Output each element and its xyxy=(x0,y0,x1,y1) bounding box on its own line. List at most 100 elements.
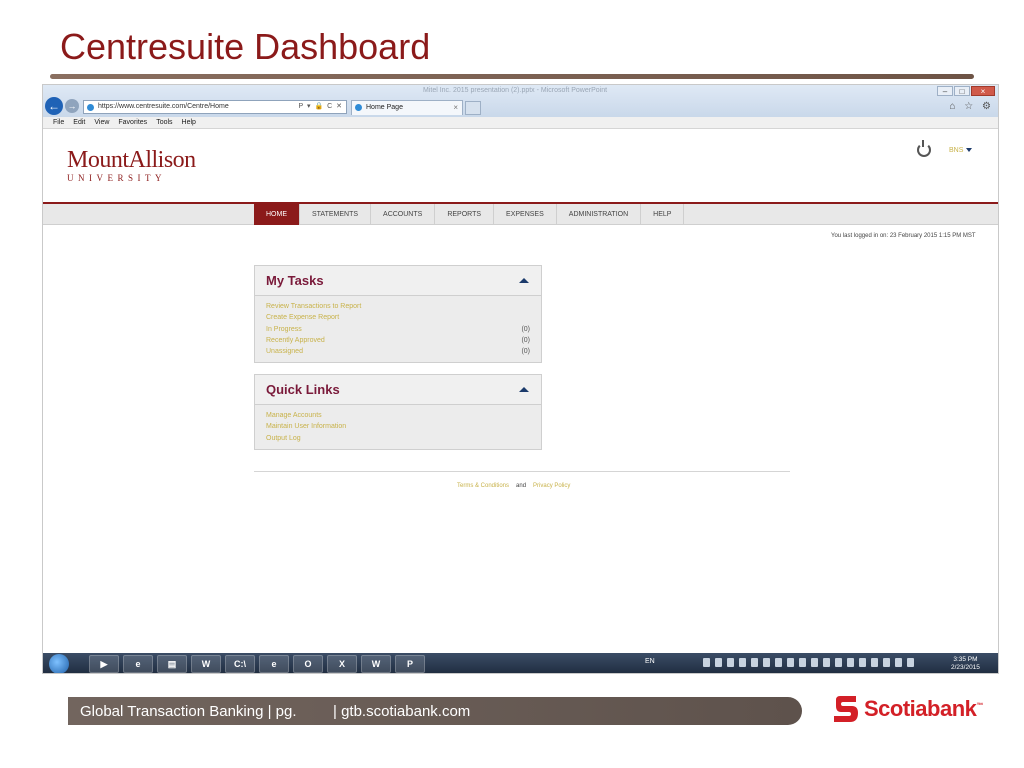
excel-icon[interactable]: X xyxy=(327,655,357,673)
window-title: Mitel Inc. 2015 presentation (2).pptx - … xyxy=(423,87,608,94)
logo-wordmark: MountAllison xyxy=(67,147,196,173)
task-link[interactable]: Recently Approved xyxy=(266,337,325,344)
address-url: https://www.centresuite.com/Centre/Home xyxy=(98,103,229,110)
browser-menubar: File Edit View Favorites Tools Help xyxy=(43,117,998,129)
tray-icon[interactable] xyxy=(799,658,806,667)
logo-subtitle: UNIVERSITY xyxy=(67,173,166,183)
powerpoint-icon[interactable]: P xyxy=(395,655,425,673)
tray-icon[interactable] xyxy=(739,658,746,667)
tray-icon[interactable] xyxy=(763,658,770,667)
quick-links-header[interactable]: Quick Links xyxy=(255,375,541,405)
tray-icon[interactable] xyxy=(907,658,914,667)
language-indicator[interactable]: EN xyxy=(645,658,655,665)
task-link[interactable]: In Progress xyxy=(266,326,302,333)
task-row: Unassigned (0) xyxy=(266,346,530,357)
tray-icon[interactable] xyxy=(859,658,866,667)
tray-icon[interactable] xyxy=(715,658,722,667)
new-tab-button[interactable] xyxy=(465,101,481,115)
collapse-caret-icon[interactable] xyxy=(519,278,529,283)
tab-label: Home Page xyxy=(366,104,403,111)
minimize-button[interactable]: – xyxy=(937,86,953,96)
terms-link[interactable]: Terms & Conditions xyxy=(457,483,509,489)
mount-allison-logo[interactable]: MountAllison UNIVERSITY xyxy=(67,147,196,183)
menu-edit[interactable]: Edit xyxy=(73,117,85,128)
tray-icon[interactable] xyxy=(835,658,842,667)
nav-administration[interactable]: ADMINISTRATION xyxy=(557,204,642,225)
nav-statements[interactable]: STATEMENTS xyxy=(300,204,372,225)
start-button[interactable] xyxy=(49,654,69,673)
forward-arrow-icon[interactable]: → xyxy=(65,99,79,113)
tray-icon[interactable] xyxy=(703,658,710,667)
quick-link-row: Output Log xyxy=(266,433,530,444)
internet-explorer-icon[interactable]: e xyxy=(123,655,153,673)
footer-left-text: Global Transaction Banking | pg. xyxy=(80,703,297,720)
page-footer-divider xyxy=(254,471,790,472)
menu-file[interactable]: File xyxy=(53,117,64,128)
quick-link[interactable]: Manage Accounts xyxy=(266,412,322,419)
task-link[interactable]: Unassigned xyxy=(266,348,303,355)
nav-help[interactable]: HELP xyxy=(641,204,685,225)
menu-favorites[interactable]: Favorites xyxy=(118,117,147,128)
word-icon[interactable]: W xyxy=(361,655,391,673)
tray-icon[interactable] xyxy=(871,658,878,667)
slide-title: Centresuite Dashboard xyxy=(60,26,431,67)
address-bar-icons[interactable]: P ▾ 🔒 C ✕ xyxy=(299,101,343,113)
outlook-icon[interactable]: O xyxy=(293,655,323,673)
quick-link[interactable]: Maintain User Information xyxy=(266,423,346,430)
user-name: BNS xyxy=(949,147,964,154)
task-link[interactable]: Review Transactions to Report xyxy=(266,303,361,310)
slide-footer-bar: Global Transaction Banking | pg. | gtb.s… xyxy=(68,697,802,725)
maximize-button[interactable]: □ xyxy=(954,86,970,96)
task-link[interactable]: Create Expense Report xyxy=(266,314,339,321)
close-window-button[interactable]: × xyxy=(971,86,995,96)
nav-expenses[interactable]: EXPENSES xyxy=(494,204,557,225)
file-explorer-icon[interactable]: ▤ xyxy=(157,655,187,673)
privacy-link[interactable]: Privacy Policy xyxy=(533,483,570,489)
tray-icon[interactable] xyxy=(823,658,830,667)
nav-reports[interactable]: REPORTS xyxy=(435,204,495,225)
address-bar[interactable]: https://www.centresuite.com/Centre/Home … xyxy=(83,100,347,114)
task-row: In Progress (0) xyxy=(266,324,530,335)
windows-taskbar: ▶ e ▤ W C:\ e O X W P EN 3:35 PM 2/23/20… xyxy=(43,653,998,673)
tray-icon[interactable] xyxy=(847,658,854,667)
page-footer-links: Terms & Conditions and Privacy Policy xyxy=(457,483,570,489)
menu-view[interactable]: View xyxy=(94,117,109,128)
my-tasks-title: My Tasks xyxy=(266,273,324,288)
tray-icon[interactable] xyxy=(727,658,734,667)
quick-link[interactable]: Output Log xyxy=(266,435,301,442)
scotiabank-s-logo-icon xyxy=(834,696,858,722)
nav-accounts[interactable]: ACCOUNTS xyxy=(371,204,436,225)
collapse-caret-icon[interactable] xyxy=(519,387,529,392)
window-controls: – □ × xyxy=(937,86,995,96)
home-favorites-settings-icons[interactable]: ⌂ ☆ ⚙ xyxy=(949,101,994,112)
tray-icon[interactable] xyxy=(775,658,782,667)
media-player-icon[interactable]: ▶ xyxy=(89,655,119,673)
task-count: (0) xyxy=(521,325,530,333)
menu-help[interactable]: Help xyxy=(182,117,196,128)
task-row: Create Expense Report xyxy=(266,312,530,323)
last-login-text: You last logged in on: 23 February 2015 … xyxy=(831,233,976,239)
user-menu[interactable]: BNS xyxy=(949,147,973,154)
tray-icon[interactable] xyxy=(895,658,902,667)
back-arrow-icon[interactable]: ← xyxy=(45,97,63,115)
footer-right-text: | gtb.scotiabank.com xyxy=(333,703,471,720)
my-tasks-header[interactable]: My Tasks xyxy=(255,266,541,296)
power-icon[interactable] xyxy=(917,140,931,157)
word-icon[interactable]: W xyxy=(191,655,221,673)
site-favicon-icon xyxy=(87,104,94,111)
internet-explorer-icon[interactable]: e xyxy=(259,655,289,673)
browser-chrome: Mitel Inc. 2015 presentation (2).pptx - … xyxy=(43,85,998,117)
menu-tools[interactable]: Tools xyxy=(156,117,172,128)
taskbar-clock[interactable]: 3:35 PM 2/23/2015 xyxy=(951,656,980,672)
tab-home-page[interactable]: Home Page × xyxy=(351,100,463,115)
task-row: Recently Approved (0) xyxy=(266,335,530,346)
brand-name: Scotiabank xyxy=(864,696,977,721)
browser-screenshot: Mitel Inc. 2015 presentation (2).pptx - … xyxy=(42,84,999,674)
tab-close-icon[interactable]: × xyxy=(453,101,458,115)
command-prompt-icon[interactable]: C:\ xyxy=(225,655,255,673)
tray-icon[interactable] xyxy=(751,658,758,667)
tray-icon[interactable] xyxy=(883,658,890,667)
tray-icon[interactable] xyxy=(787,658,794,667)
nav-home[interactable]: HOME xyxy=(254,204,300,225)
tray-icon[interactable] xyxy=(811,658,818,667)
